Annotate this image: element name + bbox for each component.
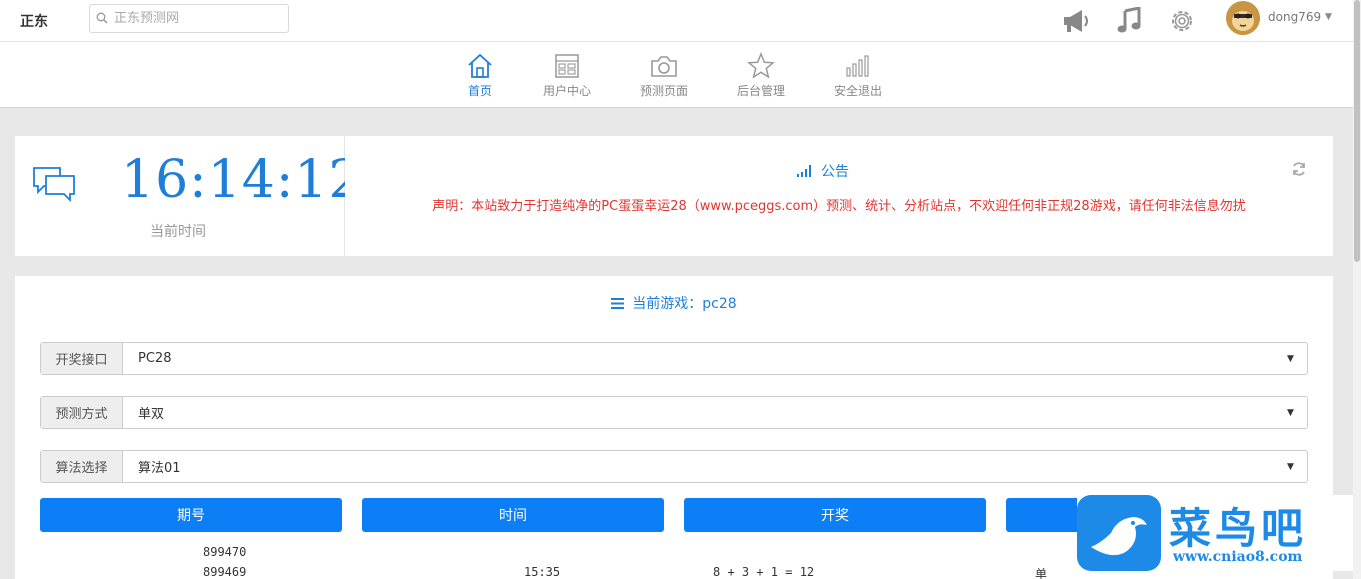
chevron-down-icon[interactable]: ▼: [1287, 397, 1307, 428]
current-time: 16:14:12: [121, 150, 363, 210]
cell-type: 单: [1035, 567, 1048, 579]
field-label: 预测方式: [41, 397, 123, 428]
nav-item-home[interactable]: 首页: [445, 52, 515, 99]
field-value[interactable]: PC28: [123, 343, 1287, 374]
music-icon[interactable]: [1114, 6, 1144, 36]
main-nav: 首页 用户中心 预测页面 后台管理 安全退出: [0, 42, 1353, 108]
list-icon: [611, 297, 625, 309]
grid-icon: [532, 52, 602, 80]
refresh-icon[interactable]: [1291, 161, 1307, 181]
chevron-down-icon[interactable]: ▼: [1287, 343, 1307, 374]
camera-icon: [629, 52, 699, 80]
notice-text: 声明：本站致力于打造纯净的PC蛋蛋幸运28（www.pceggs.com）预测、…: [432, 199, 1246, 214]
cell-period: 899470: [203, 545, 247, 559]
search-box[interactable]: [89, 4, 289, 33]
field-value[interactable]: 算法01: [123, 451, 1287, 482]
megaphone-icon[interactable]: [1061, 6, 1091, 36]
search-icon: [96, 12, 108, 24]
field-label: 算法选择: [41, 451, 123, 482]
watermark-url: www.cniao8.com: [1173, 549, 1303, 565]
chat-icon: [33, 167, 75, 202]
current-time-label: 当前时间: [150, 224, 206, 240]
bars-icon: [823, 52, 893, 80]
notice-title: 公告: [821, 164, 849, 180]
nav-label: 首页: [467, 84, 492, 98]
top-bar: 正东 正东预测网 dong769 ▼: [0, 0, 1353, 42]
cell-period: 899469: [203, 565, 247, 579]
gear-icon[interactable]: [1167, 6, 1197, 36]
page-scrollbar[interactable]: [1353, 0, 1361, 579]
nav-item-logout[interactable]: 安全退出: [823, 52, 893, 99]
scrollbar-thumb[interactable]: [1354, 0, 1360, 262]
field-value[interactable]: 单双: [123, 397, 1287, 428]
avatar[interactable]: [1226, 1, 1260, 35]
username[interactable]: dong769: [1268, 10, 1321, 24]
cell-result: 8 + 3 + 1 = 12: [713, 565, 815, 579]
home-icon: [445, 52, 515, 80]
nav-label: 后台管理: [736, 84, 785, 98]
nav-label: 预测页面: [639, 84, 688, 98]
nav-item-admin[interactable]: 后台管理: [726, 52, 796, 99]
search-input[interactable]: [114, 8, 284, 29]
nav-label: 用户中心: [542, 84, 591, 98]
chevron-down-icon[interactable]: ▼: [1325, 12, 1332, 22]
notice-header: 公告: [797, 161, 849, 181]
bird-logo-icon: [1077, 495, 1161, 571]
nav-item-predict[interactable]: 预测页面: [629, 52, 699, 99]
column-header-result[interactable]: 开奖: [684, 498, 986, 532]
algorithm-select[interactable]: 算法选择 算法01 ▼: [40, 450, 1308, 483]
field-label: 开奖接口: [41, 343, 123, 374]
api-select[interactable]: 开奖接口 PC28 ▼: [40, 342, 1308, 375]
game-title: 当前游戏：pc28: [632, 296, 737, 312]
notice-panel: 公告 声明：本站致力于打造纯净的PC蛋蛋幸运28（www.pceggs.com）…: [345, 136, 1333, 256]
predict-mode-select[interactable]: 预测方式 单双 ▼: [40, 396, 1308, 429]
nav-item-user-center[interactable]: 用户中心: [532, 52, 602, 99]
nav-label: 安全退出: [833, 84, 882, 98]
signal-icon: [797, 165, 811, 177]
column-header-period[interactable]: 期号: [40, 498, 342, 532]
watermark: 菜鸟吧 www.cniao8.com: [1077, 495, 1353, 571]
watermark-name: 菜鸟吧: [1169, 504, 1308, 553]
chevron-down-icon[interactable]: ▼: [1287, 451, 1307, 482]
star-icon: [726, 52, 796, 80]
brand-name[interactable]: 正东: [20, 11, 48, 31]
column-header-time[interactable]: 时间: [362, 498, 664, 532]
time-panel: 16:14:12 当前时间: [15, 136, 362, 256]
cell-time: 15:35: [524, 565, 561, 579]
game-header: 当前游戏：pc28: [15, 293, 1333, 313]
